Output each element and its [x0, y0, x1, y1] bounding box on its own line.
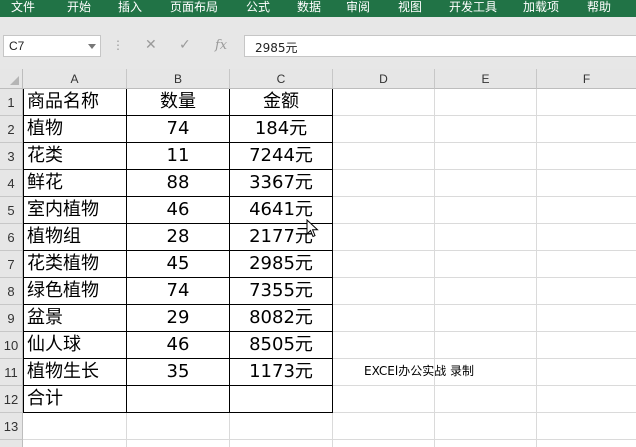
- select-all-button[interactable]: [0, 69, 23, 89]
- cell-c4[interactable]: 3367元: [230, 170, 332, 196]
- row-header-1[interactable]: 1: [0, 89, 23, 116]
- tab-developer[interactable]: 开发工具: [449, 0, 497, 17]
- row-header-5[interactable]: 5: [0, 197, 23, 224]
- row-header-4[interactable]: 4: [0, 170, 23, 197]
- name-box[interactable]: C7: [3, 35, 101, 57]
- cell-c9[interactable]: 8082元: [230, 305, 332, 331]
- row-header-13[interactable]: 13: [0, 413, 23, 440]
- cell-a3[interactable]: 花类: [24, 143, 126, 169]
- worksheet-grid[interactable]: A B C D E F 1 2 3 4 5 6 7 8 9 10 11 12 1…: [0, 69, 636, 447]
- formula-input[interactable]: 2985元: [244, 35, 636, 57]
- tab-page-layout[interactable]: 页面布局: [170, 0, 218, 17]
- cell-a2[interactable]: 植物: [24, 116, 126, 142]
- tab-formulas[interactable]: 公式: [246, 0, 270, 17]
- cell-b1[interactable]: 数量: [127, 89, 229, 115]
- table-border: [332, 89, 333, 413]
- cell-a10[interactable]: 仙人球: [24, 332, 126, 358]
- cell-c12[interactable]: [230, 386, 332, 412]
- cell-a11[interactable]: 植物生长: [24, 359, 126, 385]
- tab-file[interactable]: 文件: [11, 0, 35, 17]
- row-header-8[interactable]: 8: [0, 278, 23, 305]
- cell-a4[interactable]: 鲜花: [24, 170, 126, 196]
- tab-data[interactable]: 数据: [297, 0, 321, 17]
- tab-view[interactable]: 视图: [398, 0, 422, 17]
- formula-value: 2985元: [255, 41, 298, 55]
- cell-a6[interactable]: 植物组: [24, 224, 126, 250]
- cell-c10[interactable]: 8505元: [230, 332, 332, 358]
- cell-c8[interactable]: 7355元: [230, 278, 332, 304]
- column-header-e[interactable]: E: [435, 69, 537, 89]
- check-icon[interactable]: ✓: [179, 37, 191, 53]
- cell-c11[interactable]: 1173元: [230, 359, 332, 385]
- cell-b8[interactable]: 74: [127, 278, 229, 304]
- row-header-7[interactable]: 7: [0, 251, 23, 278]
- row-header-10[interactable]: 10: [0, 332, 23, 359]
- insert-function-icon[interactable]: fx: [215, 38, 227, 53]
- cell-b5[interactable]: 46: [127, 197, 229, 223]
- ribbon-tab-bar: 文件 开始 插入 页面布局 公式 数据 审阅 视图 开发工具 加载项 帮助: [0, 0, 636, 17]
- column-header-b[interactable]: B: [127, 69, 230, 89]
- cancel-icon[interactable]: ✕: [145, 37, 157, 53]
- cell-b2[interactable]: 74: [127, 116, 229, 142]
- cell-b6[interactable]: 28: [127, 224, 229, 250]
- row-header-partial: [0, 440, 23, 447]
- cell-a5[interactable]: 室内植物: [24, 197, 126, 223]
- cell-a9[interactable]: 盆景: [24, 305, 126, 331]
- cell-a1[interactable]: 商品名称: [24, 89, 126, 115]
- cell-b11[interactable]: 35: [127, 359, 229, 385]
- watermark-note: EXCEl办公实战 录制: [364, 364, 475, 378]
- cell-b12[interactable]: [127, 386, 229, 412]
- cell-a12[interactable]: 合计: [24, 386, 126, 412]
- gridline: [23, 439, 636, 440]
- tab-insert[interactable]: 插入: [118, 0, 142, 17]
- row-header-2[interactable]: 2: [0, 116, 23, 143]
- column-header-a[interactable]: A: [23, 69, 127, 89]
- tab-home[interactable]: 开始: [67, 0, 91, 17]
- row-header-12[interactable]: 12: [0, 386, 23, 413]
- more-icon: ⋮: [112, 38, 124, 52]
- row-header-11[interactable]: 11: [0, 359, 23, 386]
- cell-b10[interactable]: 46: [127, 332, 229, 358]
- cell-b7[interactable]: 45: [127, 251, 229, 277]
- table-border: [23, 412, 333, 413]
- cell-c7[interactable]: 2985元: [230, 251, 332, 277]
- chevron-down-icon[interactable]: [88, 44, 96, 49]
- mouse-cursor-icon: [306, 219, 319, 238]
- cell-b4[interactable]: 88: [127, 170, 229, 196]
- cell-a7[interactable]: 花类植物: [24, 251, 126, 277]
- tab-review[interactable]: 审阅: [346, 0, 370, 17]
- tab-addins[interactable]: 加载项: [523, 0, 559, 17]
- formula-bar-area: C7 ⋮ ✕ ✓ fx 2985元: [0, 17, 636, 69]
- cell-b3[interactable]: 11: [127, 143, 229, 169]
- tab-help[interactable]: 帮助: [587, 0, 611, 17]
- column-header-d[interactable]: D: [333, 69, 435, 89]
- column-header-c[interactable]: C: [230, 69, 333, 89]
- cell-c3[interactable]: 7244元: [230, 143, 332, 169]
- row-header-3[interactable]: 3: [0, 143, 23, 170]
- row-header-9[interactable]: 9: [0, 305, 23, 332]
- name-box-value: C7: [9, 39, 25, 53]
- cell-b9[interactable]: 29: [127, 305, 229, 331]
- row-header-6[interactable]: 6: [0, 224, 23, 251]
- select-all-icon: [10, 76, 19, 85]
- cell-a8[interactable]: 绿色植物: [24, 278, 126, 304]
- cell-c1[interactable]: 金额: [230, 89, 332, 115]
- column-header-f[interactable]: F: [537, 69, 636, 89]
- formula-buttons: ⋮ ✕ ✓ fx: [112, 35, 240, 57]
- cell-c2[interactable]: 184元: [230, 116, 332, 142]
